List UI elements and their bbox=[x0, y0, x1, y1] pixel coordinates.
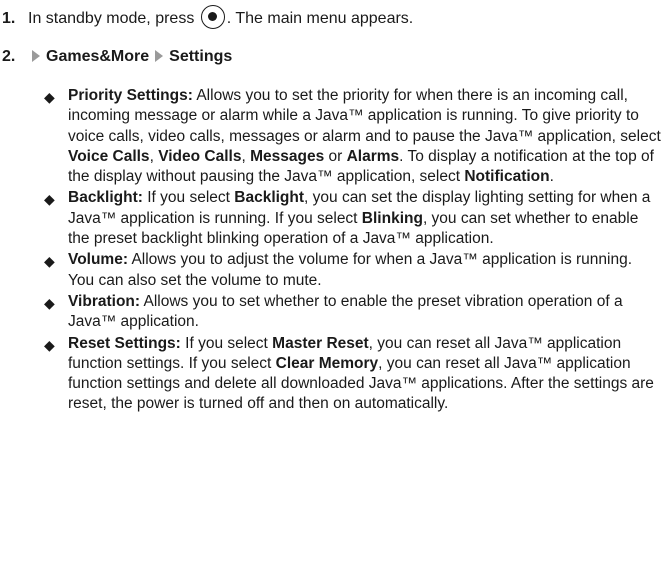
diamond-bullet-icon: ◆ bbox=[44, 336, 55, 353]
right-triangle-arrow-icon bbox=[32, 50, 40, 62]
list-item: ◆ Reset Settings: If you select Master R… bbox=[44, 334, 662, 415]
diamond-bullet-icon: ◆ bbox=[44, 191, 55, 208]
right-triangle-arrow-icon bbox=[155, 50, 164, 62]
list-item: ◆ Volume: Allows you to adjust the volum… bbox=[44, 250, 662, 291]
item-text: , bbox=[149, 147, 159, 165]
option-name: Clear Memory bbox=[275, 354, 379, 372]
settings-list: ◆ Priority Settings: Allows you to set t… bbox=[44, 86, 662, 416]
diamond-bullet-icon: ◆ bbox=[44, 294, 55, 311]
diamond-bullet-icon: ◆ bbox=[44, 89, 55, 105]
diamond-bullet-icon: ◆ bbox=[44, 253, 55, 270]
step-text: . The main menu appears. bbox=[226, 10, 414, 28]
item-term: Priority Settings: bbox=[68, 87, 193, 104]
menu-path-item: Settings bbox=[169, 48, 233, 65]
item-term: Volume: bbox=[68, 251, 128, 269]
center-select-key-icon bbox=[200, 5, 225, 29]
item-text: Allows you to set whether to enable the … bbox=[68, 292, 623, 331]
option-name: Notification bbox=[464, 168, 550, 186]
list-item: ◆ Priority Settings: Allows you to set t… bbox=[44, 86, 662, 187]
manual-page: 1. In standby mode, press . The main menu… bbox=[0, 0, 665, 562]
item-text: If you select bbox=[142, 189, 235, 207]
step-text: In standby mode, press bbox=[28, 10, 195, 28]
list-item: ◆ Vibration: Allows you to set whether t… bbox=[44, 292, 662, 333]
step-number: 2. bbox=[2, 48, 16, 65]
option-name: Master Reset bbox=[272, 334, 369, 352]
item-term: Vibration: bbox=[68, 292, 141, 310]
option-name: Voice Calls bbox=[68, 147, 150, 165]
step-2: 2. Games&More Settings bbox=[2, 47, 232, 67]
option-name: Backlight bbox=[234, 189, 305, 207]
item-text: Allows you to adjust the volume for when… bbox=[68, 251, 633, 289]
item-text: or bbox=[324, 147, 347, 165]
option-name: Video Calls bbox=[158, 147, 242, 165]
step-number: 1. bbox=[2, 10, 16, 28]
item-text: If you select bbox=[180, 334, 273, 352]
option-name: Blinking bbox=[361, 209, 423, 227]
item-text: . bbox=[549, 168, 554, 186]
option-name: Alarms bbox=[346, 147, 400, 165]
option-name: Messages bbox=[250, 147, 325, 165]
step-1: 1. In standby mode, press . The main menu… bbox=[2, 5, 414, 29]
list-item: ◆ Backlight: If you select Backlight, yo… bbox=[44, 188, 662, 249]
menu-path-item: Games&More bbox=[46, 48, 150, 65]
item-term: Reset Settings: bbox=[68, 334, 181, 352]
item-term: Backlight: bbox=[68, 189, 143, 207]
item-text: , bbox=[241, 147, 251, 165]
